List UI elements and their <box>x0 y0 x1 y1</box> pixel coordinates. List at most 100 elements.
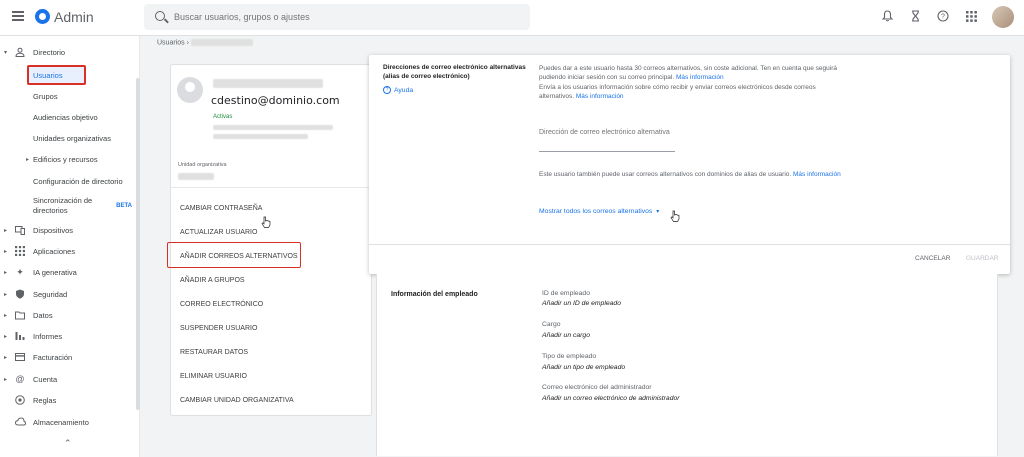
action-label: CAMBIAR CONTRASEÑA <box>180 204 263 212</box>
account-avatar[interactable] <box>992 6 1014 28</box>
sidebar-item-target-audiences[interactable]: Audiencias objetivo <box>0 107 138 127</box>
hand-cursor-icon <box>261 216 271 228</box>
user-status: Activas <box>213 114 233 120</box>
hand-cursor-icon <box>670 210 680 222</box>
rules-icon <box>15 395 25 405</box>
cancel-button[interactable]: CANCELAR <box>915 255 950 262</box>
search-input[interactable] <box>174 8 514 26</box>
save-button[interactable]: GUARDAR <box>966 255 999 262</box>
user-name-blurred <box>213 79 323 88</box>
sidebar-item-directory-sync[interactable]: Sincronización de directorios BETA <box>0 193 138 219</box>
job-title-label: Cargo <box>542 321 561 328</box>
chevron-right-icon: ▸ <box>26 156 30 163</box>
sidebar-item-directory-settings[interactable]: Configuración de directorio <box>0 171 138 191</box>
hourglass-icon[interactable] <box>908 9 922 23</box>
sidebar-item-label: Audiencias objetivo <box>33 112 98 122</box>
sidebar-item-generative-ai[interactable]: ▸ ✦ IA generativa <box>0 262 138 282</box>
alternate-emails-panel: Direcciones de correo electrónico altern… <box>369 55 1010 274</box>
more-info-link[interactable]: Más información <box>676 74 724 81</box>
sidebar-item-billing[interactable]: ▸ Facturación <box>0 347 138 367</box>
sidebar-item-users[interactable]: Usuarios <box>0 65 138 85</box>
breadcrumb-user-blurred <box>190 39 253 46</box>
sidebar-item-org-units[interactable]: Unidades organizativas <box>0 128 138 148</box>
notifications-bell-icon[interactable] <box>880 9 894 23</box>
svg-text:?: ? <box>941 14 945 21</box>
apps-icon <box>15 246 25 256</box>
sidebar-item-buildings[interactable]: ▸ Edificios y recursos <box>0 149 138 169</box>
sidebar-item-label: Grupos <box>33 91 58 101</box>
job-title-value[interactable]: Añadir un cargo <box>542 332 590 339</box>
more-info-link[interactable]: Más información <box>576 93 624 100</box>
app-title: Admin <box>54 9 94 25</box>
employee-id-value[interactable]: Añadir un ID de empleado <box>542 300 621 307</box>
chevron-right-icon: ▸ <box>4 312 8 319</box>
manager-email-label: Correo electrónico del administrador <box>542 384 652 391</box>
sidebar-item-label: Cuenta <box>33 374 58 384</box>
sidebar-item-data[interactable]: ▸ Datos <box>0 305 138 325</box>
action-label: AÑADIR A GRUPOS <box>180 276 245 284</box>
chevron-right-icon: ▸ <box>4 248 8 255</box>
sidebar-item-label: IA generativa <box>33 267 77 277</box>
person-icon <box>15 47 25 57</box>
help-circle-icon: ? <box>383 86 391 94</box>
collapse-sidebar-icon[interactable]: ⌃ <box>64 438 72 449</box>
alternate-emails-description: Puedes dar a este usuario hasta 30 corre… <box>539 64 849 102</box>
action-email[interactable]: CORREO ELECTRÓNICO <box>171 292 371 316</box>
top-icons: ? <box>880 9 978 23</box>
alias-domain-note: Este usuario también puede usar correos … <box>539 170 849 179</box>
employee-id-label: ID de empleado <box>542 290 590 297</box>
action-label: ACTUALIZAR USUARIO <box>180 228 258 236</box>
apps-grid-icon[interactable] <box>964 9 978 23</box>
action-label: SUSPENDER USUARIO <box>180 324 258 332</box>
sparkle-icon: ✦ <box>16 267 24 277</box>
sidebar-item-security[interactable]: ▸ Seguridad <box>0 284 138 304</box>
sidebar-item-label: Almacenamiento <box>33 417 89 427</box>
chevron-down-icon: ▾ <box>656 209 660 215</box>
sidebar-item-devices[interactable]: ▸ Dispositivos <box>0 220 138 240</box>
sidebar: ▾ Directorio Usuarios Grupos Audiencias … <box>0 36 140 457</box>
action-update-user[interactable]: ACTUALIZAR USUARIO <box>171 220 371 244</box>
add-alternate-emails-highlight-box <box>167 242 301 268</box>
breadcrumb-users-link[interactable]: Usuarios <box>157 39 185 46</box>
alternate-email-input[interactable] <box>539 128 675 152</box>
action-label: RESTAURAR DATOS <box>180 348 249 356</box>
search-box[interactable] <box>144 4 530 30</box>
admin-logo-icon <box>35 9 50 24</box>
sidebar-item-storage[interactable]: Almacenamiento <box>0 412 138 432</box>
menu-icon[interactable] <box>12 11 24 21</box>
manager-email-value[interactable]: Añadir un correo electrónico de administ… <box>542 395 680 402</box>
card-icon <box>15 352 25 362</box>
help-link[interactable]: ? Ayuda <box>383 86 413 94</box>
sidebar-item-rules[interactable]: Reglas <box>0 390 138 410</box>
user-detail-blurred <box>213 125 333 130</box>
divider <box>171 187 371 188</box>
employee-type-value[interactable]: Añadir un tipo de empleado <box>542 364 625 371</box>
sidebar-item-label: Informes <box>33 331 63 341</box>
show-all-alternate-emails-link[interactable]: Mostrar todos los correos alternativos ▾ <box>539 208 659 215</box>
action-delete-user[interactable]: ELIMINAR USUARIO <box>171 364 371 388</box>
sidebar-item-account[interactable]: ▸ @ Cuenta <box>0 369 138 389</box>
devices-icon <box>15 225 25 235</box>
sidebar-item-label: Datos <box>33 310 53 320</box>
sidebar-item-label: Unidades organizativas <box>33 133 111 143</box>
action-label: ELIMINAR USUARIO <box>180 372 247 380</box>
folder-icon <box>15 310 25 320</box>
action-add-to-groups[interactable]: AÑADIR A GRUPOS <box>171 268 371 292</box>
sidebar-item-reports[interactable]: ▸ Informes <box>0 326 138 346</box>
action-restore-data[interactable]: RESTAURAR DATOS <box>171 340 371 364</box>
breadcrumb: Usuarios › <box>157 39 253 46</box>
top-bar: Admin ? <box>0 0 1024 36</box>
action-change-org-unit[interactable]: CAMBIAR UNIDAD ORGANIZATIVA <box>171 388 371 412</box>
sidebar-item-label: Seguridad <box>33 289 68 299</box>
action-change-password[interactable]: CAMBIAR CONTRASEÑA <box>171 196 371 220</box>
sidebar-item-apps[interactable]: ▸ Aplicaciones <box>0 241 138 261</box>
sidebar-item-label: Directorio <box>33 47 66 57</box>
more-info-link[interactable]: Más información <box>793 171 841 178</box>
sidebar-item-directory[interactable]: ▾ Directorio <box>0 42 138 62</box>
action-suspend-user[interactable]: SUSPENDER USUARIO <box>171 316 371 340</box>
chevron-right-icon: ▸ <box>4 354 8 361</box>
divider <box>369 244 1010 245</box>
sidebar-item-groups[interactable]: Grupos <box>0 86 138 106</box>
org-unit-value-blurred <box>178 173 214 180</box>
help-icon[interactable]: ? <box>936 9 950 23</box>
